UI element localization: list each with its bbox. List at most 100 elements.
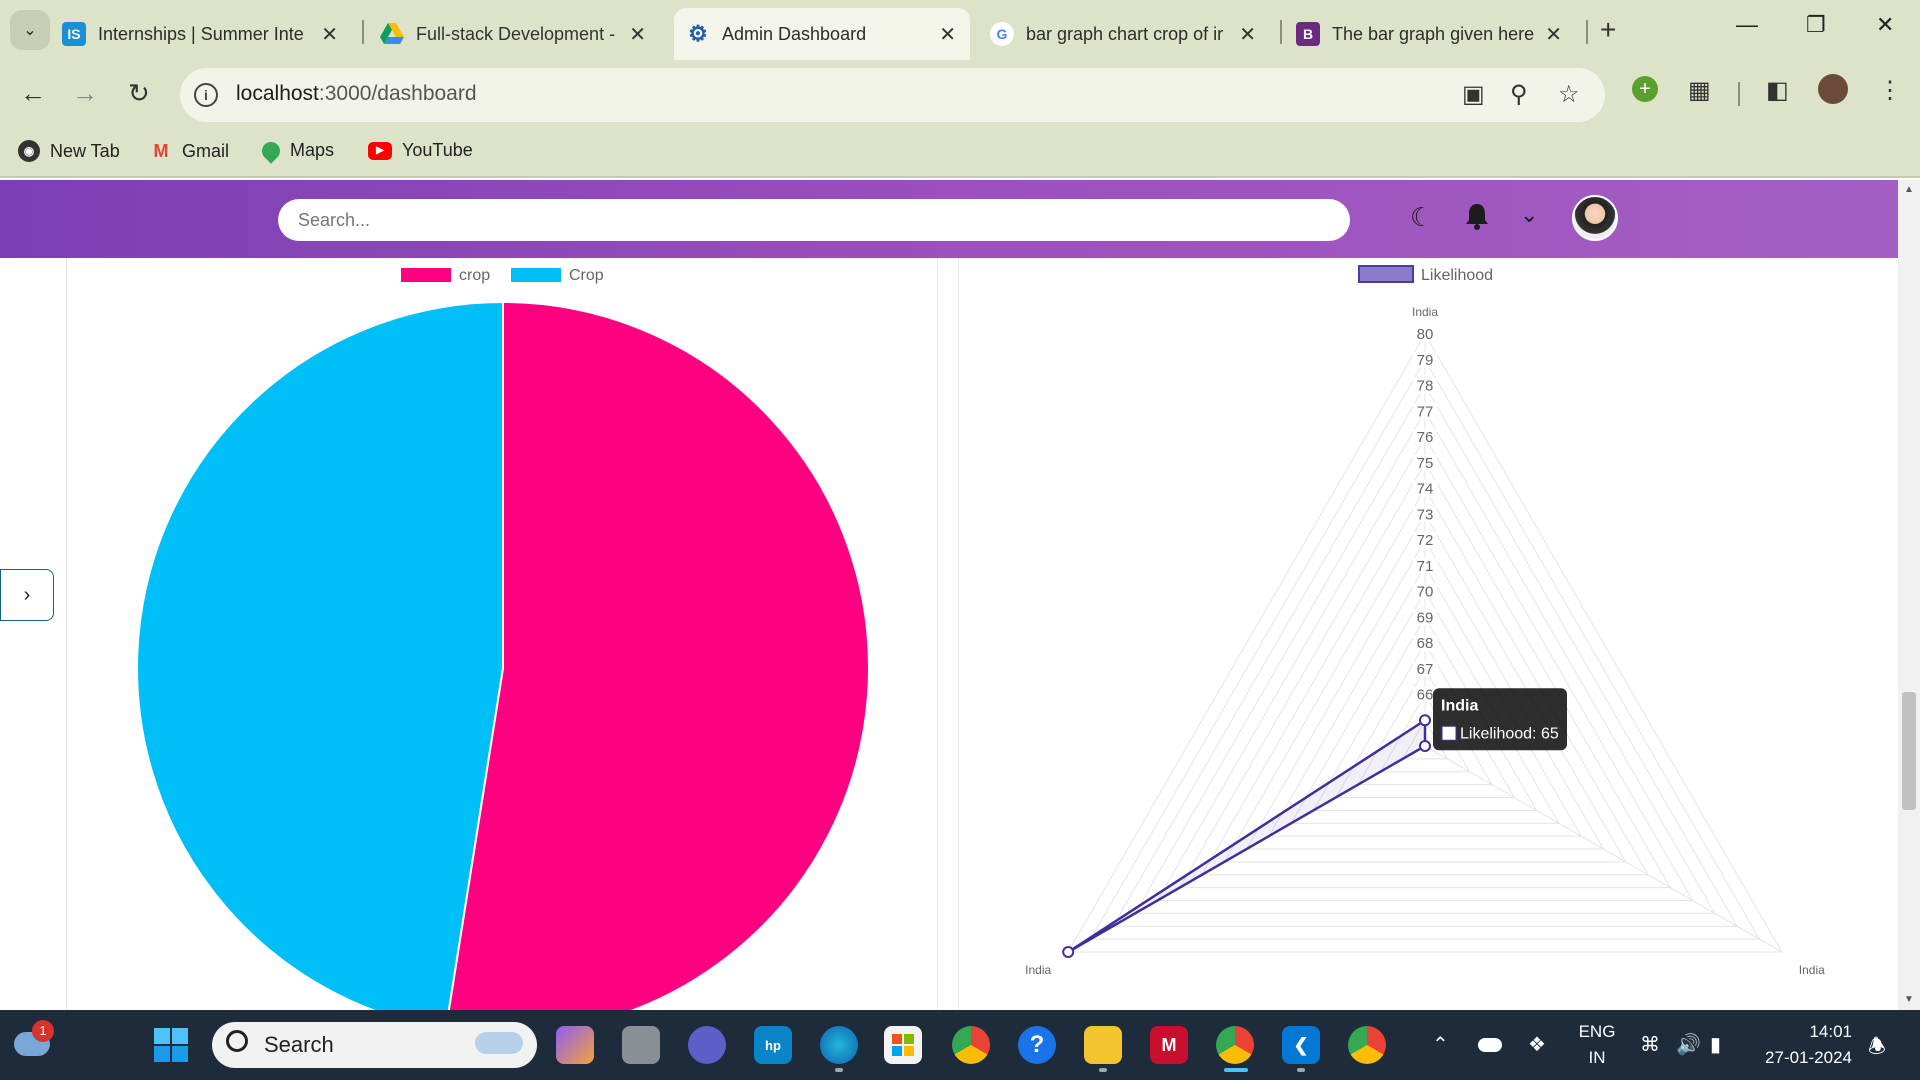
menu-kebab-icon[interactable]: ⋮ xyxy=(1878,76,1902,105)
scrollbar-thumb[interactable] xyxy=(1902,692,1916,810)
sidebar-expand-button[interactable]: › xyxy=(0,569,54,621)
new-tab-plus-icon[interactable]: + xyxy=(1600,14,1616,46)
install-app-icon[interactable]: ▣ xyxy=(1462,80,1485,109)
edge-icon[interactable] xyxy=(820,1026,858,1064)
close-icon[interactable]: ✕ xyxy=(1545,22,1562,47)
pie-slice-crop-1[interactable] xyxy=(136,300,504,1010)
notification-bell-icon[interactable] xyxy=(1464,202,1490,237)
zoom-icon[interactable]: ⚲ xyxy=(1510,80,1528,109)
copilot-icon[interactable] xyxy=(556,1026,594,1064)
close-icon[interactable]: ✕ xyxy=(939,22,956,47)
tooltip-title: India xyxy=(1441,697,1478,714)
legend-swatch[interactable] xyxy=(511,268,561,282)
legend-swatch-likelihood[interactable] xyxy=(1358,265,1414,283)
address-bar[interactable]: i localhost:3000/dashboard ▣ ⚲ ☆ xyxy=(180,68,1605,122)
scroll-down-icon[interactable]: ▼ xyxy=(1904,994,1914,1005)
wifi-icon[interactable]: ⌘ xyxy=(1640,1032,1660,1057)
pie-slice-crop-0[interactable] xyxy=(446,300,870,1010)
bookmark-label: Maps xyxy=(290,140,335,160)
pie-chart: crop Crop xyxy=(136,267,870,1010)
show-hidden-icons-chevron-icon[interactable]: ⌃ xyxy=(1432,1032,1449,1057)
file-explorer-icon[interactable] xyxy=(1084,1026,1122,1064)
byjus-icon: B xyxy=(1296,22,1320,46)
minimize-icon[interactable]: — xyxy=(1736,12,1758,38)
taskbar-search-box[interactable]: Search xyxy=(212,1022,537,1068)
radar-tick-label: 73 xyxy=(1417,506,1434,523)
dropbox-icon[interactable]: ❖ xyxy=(1528,1032,1546,1057)
forward-arrow-icon[interactable]: → xyxy=(72,78,98,109)
youtube-icon: ▶ xyxy=(368,141,392,160)
legend-label-likelihood[interactable]: Likelihood xyxy=(1421,267,1493,284)
close-icon[interactable]: ✕ xyxy=(321,22,338,47)
bookmark-youtube[interactable]: ▶ YouTube xyxy=(368,140,473,161)
radar-tick-label: 68 xyxy=(1417,635,1434,652)
dark-mode-moon-icon[interactable]: ☾ xyxy=(1410,202,1433,233)
vscode-icon[interactable]: ❮ xyxy=(1282,1026,1320,1064)
bookmark-maps[interactable]: Maps xyxy=(258,137,335,164)
chrome-profile-icon[interactable] xyxy=(1216,1026,1254,1064)
tooltip-swatch xyxy=(1441,725,1457,741)
radar-axis-label: India xyxy=(1025,963,1051,977)
extension-plus-icon[interactable]: + xyxy=(1632,76,1658,102)
myhp-icon[interactable]: hp xyxy=(754,1026,792,1064)
side-panel-icon[interactable]: ◧ xyxy=(1766,76,1789,105)
page-scrollbar[interactable]: ▲ ▼ xyxy=(1898,180,1920,1010)
tab-title: Admin Dashboard xyxy=(722,23,867,44)
browser-toolbar: ← → ↻ i localhost:3000/dashboard ▣ ⚲ ☆ +… xyxy=(0,60,1920,130)
bookmark-gmail[interactable]: M Gmail xyxy=(150,140,230,162)
gmail-icon: M xyxy=(153,140,169,161)
tab-admin-dashboard[interactable]: ⚙ Admin Dashboard ✕ xyxy=(674,8,970,60)
chrome-k-profile-icon[interactable] xyxy=(1348,1026,1386,1064)
app-favicon-icon: ⚙ xyxy=(688,21,708,46)
restore-icon[interactable]: ❐ xyxy=(1806,12,1826,38)
clock-time[interactable]: 14:01 xyxy=(1756,1022,1852,1042)
battery-icon[interactable]: ▮ xyxy=(1710,1032,1721,1057)
legend-label[interactable]: crop xyxy=(459,267,490,284)
onedrive-icon[interactable] xyxy=(1478,1038,1502,1052)
reload-icon[interactable]: ↻ xyxy=(128,78,150,109)
tab-search-button[interactable]: ⌄ xyxy=(10,10,50,50)
window-close-icon[interactable]: ✕ xyxy=(1876,12,1894,38)
browser-tab-strip: ⌄ IS Internships | Summer Inte ✕ Full-st… xyxy=(0,0,1920,60)
radar-point-1[interactable] xyxy=(1419,740,1431,752)
scroll-up-icon[interactable]: ▲ xyxy=(1904,184,1914,195)
bookmark-label: Gmail xyxy=(182,140,230,161)
bookmark-star-icon[interactable]: ☆ xyxy=(1558,80,1580,109)
internshala-favicon-icon: IS xyxy=(62,22,86,46)
help-icon[interactable]: ? xyxy=(1018,1026,1056,1064)
back-arrow-icon[interactable]: ← xyxy=(20,78,46,109)
site-info-icon[interactable]: i xyxy=(194,83,218,107)
volume-icon[interactable]: 🔊 xyxy=(1676,1032,1701,1057)
task-view-icon[interactable] xyxy=(622,1026,660,1064)
tab-fullstack[interactable]: Full-stack Development - ✕ xyxy=(380,8,660,60)
teams-chat-icon[interactable] xyxy=(688,1026,726,1064)
tab-bar-graph-search[interactable]: G bar graph chart crop of ir ✕ xyxy=(990,8,1270,60)
tab-bar-graph-question[interactable]: B The bar graph given here ✕ xyxy=(1296,8,1576,60)
clock-date[interactable]: 27-01-2024 xyxy=(1756,1048,1852,1068)
search-input[interactable] xyxy=(278,199,1350,241)
user-avatar[interactable] xyxy=(1572,195,1618,241)
language-indicator[interactable]: ENG xyxy=(1574,1022,1620,1042)
windows-start-icon[interactable] xyxy=(154,1028,188,1062)
microsoft-store-icon[interactable] xyxy=(884,1026,922,1064)
radar-point-0[interactable] xyxy=(1419,714,1431,727)
tab-internships[interactable]: IS Internships | Summer Inte ✕ xyxy=(62,8,352,60)
radar-axis-label: India xyxy=(1412,305,1438,319)
radar-point-2[interactable] xyxy=(1062,946,1075,958)
notifications-bell-icon[interactable]: 🕭 xyxy=(1868,1032,1886,1066)
legend-swatch[interactable] xyxy=(401,268,451,282)
pie-chart-card: crop Crop xyxy=(66,258,938,1010)
url-host: localhost xyxy=(236,82,319,105)
close-icon[interactable]: ✕ xyxy=(629,22,646,47)
mcafee-icon[interactable]: M xyxy=(1150,1026,1188,1064)
profile-avatar-icon[interactable] xyxy=(1818,74,1848,104)
close-icon[interactable]: ✕ xyxy=(1239,22,1256,47)
radar-chart-card: Likelihood 66 67 68 69 70 71 72 73 74 75 76 77 78 79 8… xyxy=(958,258,1898,1010)
chevron-down-icon[interactable]: ⌄ xyxy=(1520,202,1538,228)
bookmark-new-tab[interactable]: ◉ New Tab xyxy=(18,140,120,162)
legend-label[interactable]: Crop xyxy=(569,267,604,284)
globe-icon: ◉ xyxy=(18,140,40,162)
chrome-icon[interactable] xyxy=(952,1026,990,1064)
url-text[interactable]: localhost:3000/dashboard xyxy=(236,82,477,106)
extensions-puzzle-icon[interactable]: ▦ xyxy=(1688,76,1711,105)
